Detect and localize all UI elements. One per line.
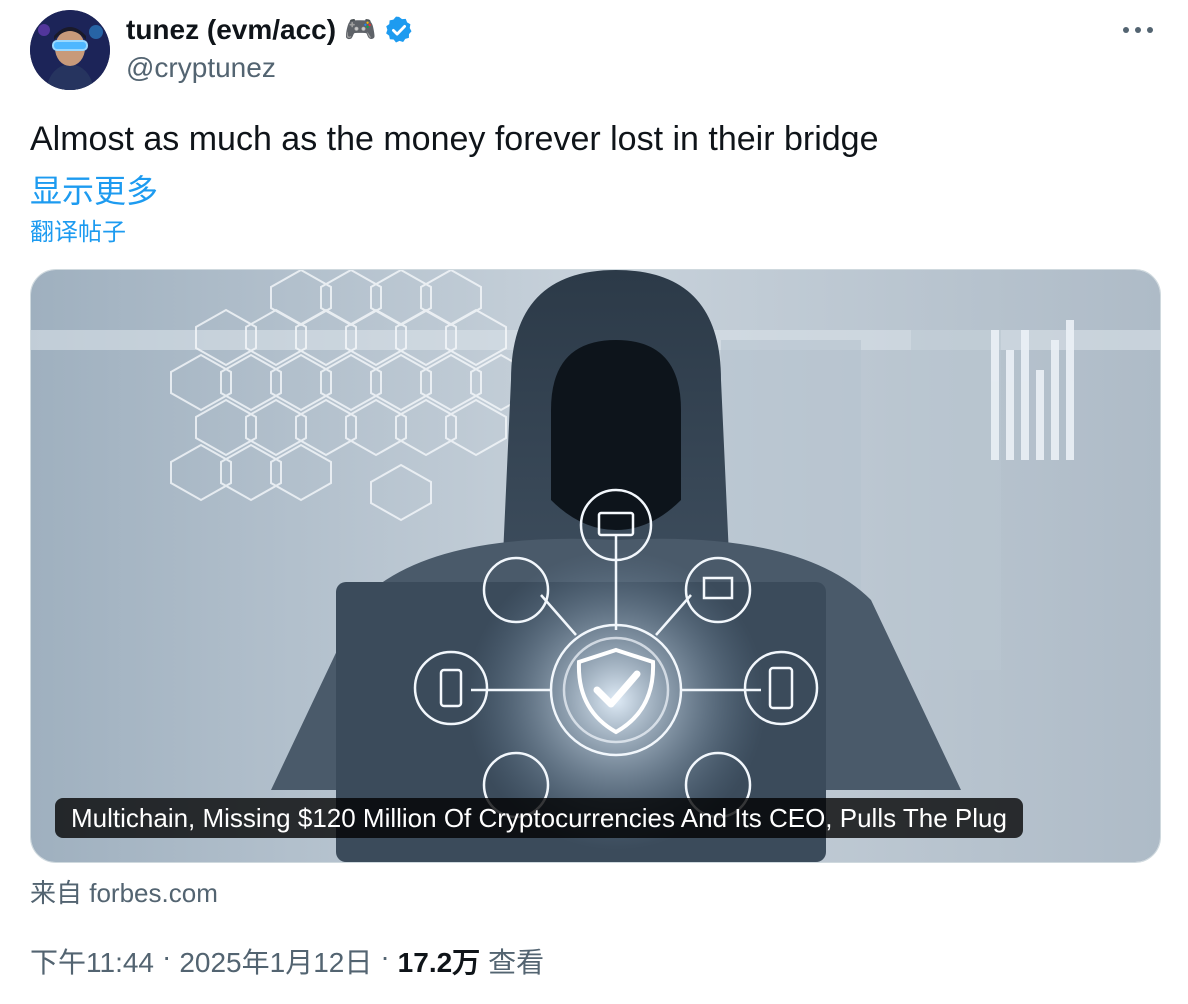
views-count: 17.2万 [397,947,481,978]
show-more-link[interactable]: 显示更多 [30,166,158,212]
views-label: 查看 [488,947,545,978]
card-source[interactable]: 来自 forbes.com [30,873,218,910]
post-date[interactable]: 2025年1月12日 [179,941,372,981]
post-time[interactable]: 下午11:44 [30,941,154,981]
author-avatar[interactable] [30,10,110,90]
card-title: Multichain, Missing $120 Million Of Cryp… [55,798,1023,838]
author-handle[interactable]: @cryptunez [126,52,276,84]
meta-separator: · [162,941,172,972]
source-prefix: 来自 [30,878,83,908]
meta-separator: · [380,941,390,972]
author-display-name[interactable]: tunez (evm/acc) [126,14,336,46]
tweet-metadata: 下午11:44 · 2025年1月12日 · 17.2万 查看 [30,941,544,981]
more-options-button[interactable] [1118,18,1158,42]
verified-badge-icon[interactable] [384,15,414,45]
translate-post-link[interactable]: 翻译帖子 [30,212,126,247]
tweet-text: Almost as much as the money forever lost… [30,120,879,158]
card-image [31,270,1160,862]
more-dots-icon [1123,27,1153,33]
author-name-row: tunez (evm/acc) 🎮 [126,10,414,50]
avatar-image [30,10,110,90]
source-domain: forbes.com [89,878,218,908]
game-controller-icon: 🎮 [344,15,377,45]
link-preview-card[interactable]: Multichain, Missing $120 Million Of Cryp… [30,269,1161,863]
